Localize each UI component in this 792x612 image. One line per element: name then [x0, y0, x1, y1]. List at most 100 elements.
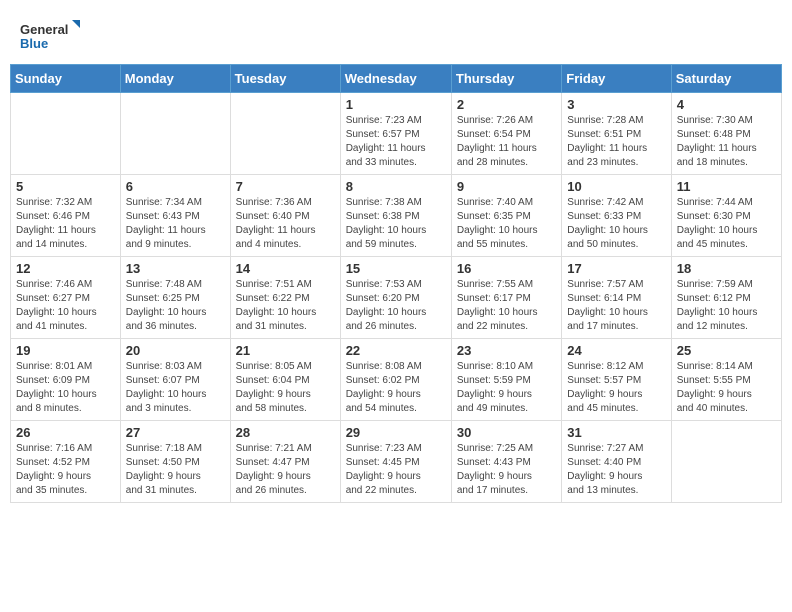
day-info: Sunrise: 7:26 AM Sunset: 6:54 PM Dayligh… [457, 114, 556, 170]
calendar-cell: 29 Sunrise: 7:23 AM Sunset: 4:45 PM Dayli… [340, 421, 451, 503]
day-info: Sunrise: 7:16 AM Sunset: 4:52 PM Dayligh… [16, 442, 115, 498]
day-number: 4 [677, 97, 776, 112]
calendar-cell: 22 Sunrise: 8:08 AM Sunset: 6:02 PM Dayli… [340, 339, 451, 421]
day-number: 30 [457, 425, 556, 440]
calendar-cell: 21 Sunrise: 8:05 AM Sunset: 6:04 PM Dayli… [230, 339, 340, 421]
calendar-cell: 25 Sunrise: 8:14 AM Sunset: 5:55 PM Dayli… [671, 339, 781, 421]
day-info: Sunrise: 7:23 AM Sunset: 4:45 PM Dayligh… [346, 442, 446, 498]
calendar-cell: 2 Sunrise: 7:26 AM Sunset: 6:54 PM Daylig… [451, 93, 561, 175]
svg-text:General: General [20, 22, 68, 37]
calendar-cell: 10 Sunrise: 7:42 AM Sunset: 6:33 PM Dayli… [562, 175, 671, 257]
day-info: Sunrise: 7:21 AM Sunset: 4:47 PM Dayligh… [236, 442, 335, 498]
calendar-cell: 12Sunrise: 7:46 AM Sunset: 6:27 PM Dayli… [11, 257, 121, 339]
day-number: 14 [236, 261, 335, 276]
calendar-table: SundayMondayTuesdayWednesdayThursdayFrid… [10, 64, 782, 503]
day-number: 29 [346, 425, 446, 440]
day-number: 1 [346, 97, 446, 112]
day-number: 2 [457, 97, 556, 112]
day-number: 9 [457, 179, 556, 194]
header-saturday: Saturday [671, 65, 781, 93]
header-tuesday: Tuesday [230, 65, 340, 93]
calendar-week-2: 5Sunrise: 7:32 AM Sunset: 6:46 PM Daylig… [11, 175, 782, 257]
day-info: Sunrise: 8:03 AM Sunset: 6:07 PM Dayligh… [126, 360, 225, 416]
calendar-cell: 13 Sunrise: 7:48 AM Sunset: 6:25 PM Dayli… [120, 257, 230, 339]
day-info: Sunrise: 7:23 AM Sunset: 6:57 PM Dayligh… [346, 114, 446, 170]
day-info: Sunrise: 8:08 AM Sunset: 6:02 PM Dayligh… [346, 360, 446, 416]
calendar-header-row: SundayMondayTuesdayWednesdayThursdayFrid… [11, 65, 782, 93]
day-number: 28 [236, 425, 335, 440]
day-info: Sunrise: 7:59 AM Sunset: 6:12 PM Dayligh… [677, 278, 776, 334]
calendar-cell: 5Sunrise: 7:32 AM Sunset: 6:46 PM Daylig… [11, 175, 121, 257]
calendar-cell [671, 421, 781, 503]
calendar-cell: 4Sunrise: 7:30 AM Sunset: 6:48 PM Daylig… [671, 93, 781, 175]
day-number: 27 [126, 425, 225, 440]
day-info: Sunrise: 7:46 AM Sunset: 6:27 PM Dayligh… [16, 278, 115, 334]
calendar-cell: 8 Sunrise: 7:38 AM Sunset: 6:38 PM Daylig… [340, 175, 451, 257]
day-info: Sunrise: 7:38 AM Sunset: 6:38 PM Dayligh… [346, 196, 446, 252]
day-info: Sunrise: 7:44 AM Sunset: 6:30 PM Dayligh… [677, 196, 776, 252]
day-number: 18 [677, 261, 776, 276]
calendar-cell: 23Sunrise: 8:10 AM Sunset: 5:59 PM Dayli… [451, 339, 561, 421]
day-number: 15 [346, 261, 446, 276]
calendar-cell: 15 Sunrise: 7:53 AM Sunset: 6:20 PM Dayli… [340, 257, 451, 339]
day-number: 19 [16, 343, 115, 358]
day-info: Sunrise: 7:57 AM Sunset: 6:14 PM Dayligh… [567, 278, 665, 334]
day-number: 10 [567, 179, 665, 194]
calendar-cell: 19Sunrise: 8:01 AM Sunset: 6:09 PM Dayli… [11, 339, 121, 421]
calendar-cell: 20 Sunrise: 8:03 AM Sunset: 6:07 PM Dayli… [120, 339, 230, 421]
day-number: 16 [457, 261, 556, 276]
calendar-cell: 31Sunrise: 7:27 AM Sunset: 4:40 PM Dayli… [562, 421, 671, 503]
calendar-cell: 28 Sunrise: 7:21 AM Sunset: 4:47 PM Dayli… [230, 421, 340, 503]
day-number: 17 [567, 261, 665, 276]
calendar-cell: 1 Sunrise: 7:23 AM Sunset: 6:57 PM Daylig… [340, 93, 451, 175]
header-monday: Monday [120, 65, 230, 93]
day-number: 25 [677, 343, 776, 358]
day-number: 5 [16, 179, 115, 194]
day-info: Sunrise: 7:55 AM Sunset: 6:17 PM Dayligh… [457, 278, 556, 334]
logo: General Blue [20, 18, 80, 54]
calendar-cell: 3 Sunrise: 7:28 AM Sunset: 6:51 PM Daylig… [562, 93, 671, 175]
day-number: 23 [457, 343, 556, 358]
day-info: Sunrise: 7:18 AM Sunset: 4:50 PM Dayligh… [126, 442, 225, 498]
calendar-cell: 18 Sunrise: 7:59 AM Sunset: 6:12 PM Dayli… [671, 257, 781, 339]
page-header: General Blue [10, 10, 782, 58]
day-info: Sunrise: 7:27 AM Sunset: 4:40 PM Dayligh… [567, 442, 665, 498]
logo-svg: General Blue [20, 18, 80, 54]
calendar-cell: 9 Sunrise: 7:40 AM Sunset: 6:35 PM Daylig… [451, 175, 561, 257]
header-thursday: Thursday [451, 65, 561, 93]
calendar-cell [120, 93, 230, 175]
day-number: 13 [126, 261, 225, 276]
calendar-cell [11, 93, 121, 175]
day-info: Sunrise: 7:42 AM Sunset: 6:33 PM Dayligh… [567, 196, 665, 252]
day-number: 20 [126, 343, 225, 358]
calendar-cell: 16 Sunrise: 7:55 AM Sunset: 6:17 PM Dayli… [451, 257, 561, 339]
day-number: 21 [236, 343, 335, 358]
day-info: Sunrise: 8:14 AM Sunset: 5:55 PM Dayligh… [677, 360, 776, 416]
day-number: 26 [16, 425, 115, 440]
day-info: Sunrise: 7:48 AM Sunset: 6:25 PM Dayligh… [126, 278, 225, 334]
day-number: 8 [346, 179, 446, 194]
calendar-cell: 26 Sunrise: 7:16 AM Sunset: 4:52 PM Dayli… [11, 421, 121, 503]
day-number: 7 [236, 179, 335, 194]
calendar-cell: 6 Sunrise: 7:34 AM Sunset: 6:43 PM Daylig… [120, 175, 230, 257]
day-number: 22 [346, 343, 446, 358]
day-number: 24 [567, 343, 665, 358]
day-number: 6 [126, 179, 225, 194]
header-friday: Friday [562, 65, 671, 93]
calendar-cell: 11 Sunrise: 7:44 AM Sunset: 6:30 PM Dayli… [671, 175, 781, 257]
day-info: Sunrise: 7:40 AM Sunset: 6:35 PM Dayligh… [457, 196, 556, 252]
day-info: Sunrise: 7:53 AM Sunset: 6:20 PM Dayligh… [346, 278, 446, 334]
day-number: 11 [677, 179, 776, 194]
calendar-week-4: 19Sunrise: 8:01 AM Sunset: 6:09 PM Dayli… [11, 339, 782, 421]
day-info: Sunrise: 7:34 AM Sunset: 6:43 PM Dayligh… [126, 196, 225, 252]
calendar-week-5: 26 Sunrise: 7:16 AM Sunset: 4:52 PM Dayli… [11, 421, 782, 503]
day-info: Sunrise: 8:05 AM Sunset: 6:04 PM Dayligh… [236, 360, 335, 416]
day-number: 3 [567, 97, 665, 112]
calendar-cell: 27 Sunrise: 7:18 AM Sunset: 4:50 PM Dayli… [120, 421, 230, 503]
day-info: Sunrise: 7:51 AM Sunset: 6:22 PM Dayligh… [236, 278, 335, 334]
calendar-cell: 14 Sunrise: 7:51 AM Sunset: 6:22 PM Dayli… [230, 257, 340, 339]
day-info: Sunrise: 7:25 AM Sunset: 4:43 PM Dayligh… [457, 442, 556, 498]
calendar-cell: 7Sunrise: 7:36 AM Sunset: 6:40 PM Daylig… [230, 175, 340, 257]
day-info: Sunrise: 7:28 AM Sunset: 6:51 PM Dayligh… [567, 114, 665, 170]
calendar-cell: 17 Sunrise: 7:57 AM Sunset: 6:14 PM Dayli… [562, 257, 671, 339]
